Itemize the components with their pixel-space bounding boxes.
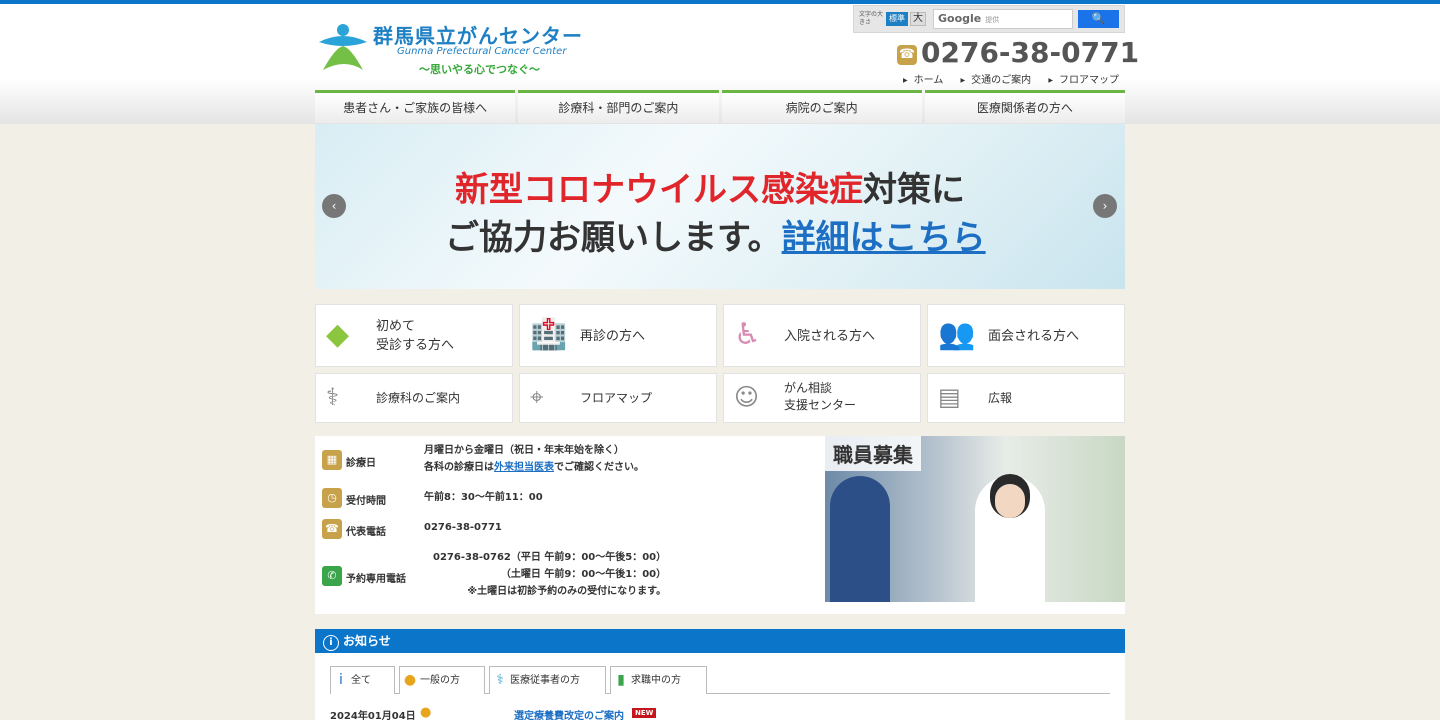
info-reservation-text: 0276-38-0762（平日 午前9：00〜午後5：00） （土曜日 午前9：… xyxy=(433,552,667,597)
global-nav-professionals[interactable]: 医療関係者の方へ xyxy=(924,90,1125,123)
tab-all[interactable]: i 全て xyxy=(330,666,395,694)
tile-consultation[interactable]: ☺ がん相談 支援センター xyxy=(723,373,921,423)
photo-staff-microscope xyxy=(830,476,890,602)
calendar-icon: ▦ xyxy=(322,450,342,470)
notice-tabs: i 全て ● 一般の方 ⚕ 医療従事者の方 ▮ 求職中の方 xyxy=(330,666,1110,694)
tile-label: がん相談 支援センター xyxy=(784,381,857,412)
hero-details-link[interactable]: 詳細はこちら xyxy=(782,218,986,258)
logo-mark-icon xyxy=(319,24,367,70)
hero-prev-button[interactable]: ‹ xyxy=(322,194,346,218)
jobseeker-icon: ▮ xyxy=(617,672,625,688)
recruitment-title: 職員募集 xyxy=(825,436,921,471)
header-tools: 文字の大きさ 標準 大 Google 提供 🔍 xyxy=(853,5,1125,33)
tab-general[interactable]: ● 一般の方 xyxy=(399,666,485,694)
global-nav-hospital[interactable]: 病院のご案内 xyxy=(721,90,922,123)
outpatient-schedule-link[interactable]: 外来担当医表 xyxy=(494,462,554,473)
tile-label: 再診の方へ xyxy=(580,329,646,344)
font-size-large-button[interactable]: 大 xyxy=(910,12,926,26)
new-badge: NEW xyxy=(632,708,657,718)
tile-label: 初めて 受診する方へ xyxy=(376,319,455,353)
site-logo[interactable]: 群馬県立がんセンター Gunma Prefectural Cancer Cent… xyxy=(315,18,605,78)
notices-body: i 全て ● 一般の方 ⚕ 医療従事者の方 ▮ 求職中の方 2024年01月04日 ● … xyxy=(315,653,1125,720)
search-input[interactable]: Google 提供 xyxy=(933,9,1073,29)
logo-english-name: Gunma Prefectural Cancer Center xyxy=(397,46,567,57)
photo-staff-face xyxy=(995,484,1025,518)
newsletter-icon: ▤ xyxy=(938,383,961,411)
hero-banner[interactable]: 新型コロナウイルス感染症対策に ご協力お願いします。詳細はこちら ‹ › xyxy=(315,124,1125,289)
global-nav-patients[interactable]: 患者さん・ご家族の皆様へ xyxy=(315,90,516,123)
info-icon: i xyxy=(339,672,343,688)
visitors-icon: 👥 xyxy=(938,317,976,352)
info-reception-text: 午前8：30〜午前11：00 xyxy=(424,492,543,503)
header-phone-number: 0276-38-0771 xyxy=(921,36,1140,69)
doctors-icon: ⚕ xyxy=(326,383,339,411)
info-main-phone-text: 0276-38-0771 xyxy=(424,522,502,533)
tile-admission[interactable]: ♿ 入院される方へ xyxy=(723,304,921,367)
triangle-right-icon: ▶ xyxy=(960,77,966,84)
phone-icon: ☎ xyxy=(322,519,342,539)
news-date: 2024年01月04日 xyxy=(330,711,416,720)
person-icon: ● xyxy=(403,672,417,688)
hero-headline-2: ご協力お願いします。詳細はこちら xyxy=(445,218,986,258)
news-link[interactable]: 選定療養費改定のご案内 xyxy=(514,707,624,720)
consultation-icon: ☺ xyxy=(734,383,760,411)
header-phone: ☎ 0276-38-0771 xyxy=(897,36,1140,69)
tile-label: 面会される方へ xyxy=(988,329,1080,344)
recruitment-banner[interactable]: 職員募集 xyxy=(825,436,1125,602)
tile-label: 広報 xyxy=(988,391,1013,405)
person-icon: ● xyxy=(420,705,432,720)
logo-title: 群馬県立がんセンター xyxy=(373,24,583,48)
font-size-label: 文字の大きさ xyxy=(859,11,884,26)
utility-nav-access[interactable]: ▶ 交通のご案内 xyxy=(961,75,1032,86)
tile-first-visit[interactable]: ◆ 初めて 受診する方へ xyxy=(315,304,513,367)
phone-icon: ☎ xyxy=(897,45,917,65)
tile-visitors[interactable]: 👥 面会される方へ xyxy=(927,304,1125,367)
tab-medical-staff[interactable]: ⚕ 医療従事者の方 xyxy=(489,666,606,694)
utility-nav-home[interactable]: ▶ ホーム xyxy=(903,75,943,86)
utility-nav-floormap[interactable]: ▶ フロアマップ xyxy=(1048,75,1119,86)
search-button[interactable]: 🔍 xyxy=(1078,10,1119,28)
tile-floormap[interactable]: ⌖ フロアマップ xyxy=(519,373,717,423)
wheelchair-icon: ♿ xyxy=(734,317,761,352)
global-nav-departments[interactable]: 診療科・部門のご案内 xyxy=(518,90,719,123)
hero-next-button[interactable]: › xyxy=(1093,194,1117,218)
tile-pr[interactable]: ▤ 広報 xyxy=(927,373,1125,423)
map-pin-icon: ⌖ xyxy=(530,383,544,411)
tab-jobseekers[interactable]: ▮ 求職中の方 xyxy=(610,666,707,694)
tile-label: 入院される方へ xyxy=(784,329,876,344)
reservation-phone-icon: ✆ xyxy=(322,566,342,586)
triangle-right-icon: ▶ xyxy=(1048,77,1053,84)
tile-label: 診療科のご案内 xyxy=(376,391,461,405)
stethoscope-icon: ⚕ xyxy=(496,672,504,688)
notices-header: i お知らせ xyxy=(315,629,1125,653)
info-icon: i xyxy=(323,635,339,651)
beginner-mark-icon: ◆ xyxy=(326,317,350,352)
font-size-standard-button[interactable]: 標準 xyxy=(886,12,908,26)
tile-revisit[interactable]: 🏥 再診の方へ xyxy=(519,304,717,367)
logo-tagline: 〜思いやる心でつなぐ〜 xyxy=(419,63,540,76)
utility-nav: ▶ ホーム ▶ 交通のご案内 ▶ フロアマップ xyxy=(903,71,1119,86)
info-days-text: 月曜日から金曜日（祝日・年末年始を除く） 各科の診療日は外来担当医表でご確認くだ… xyxy=(424,445,644,473)
search-placeholder: 提供 xyxy=(985,16,1000,24)
tile-departments[interactable]: ⚕ 診療科のご案内 xyxy=(315,373,513,423)
hospital-building-icon: 🏥 xyxy=(530,317,568,352)
notices-title: お知らせ xyxy=(343,634,391,648)
google-brand: Google xyxy=(938,12,982,25)
tile-label: フロアマップ xyxy=(580,391,653,405)
global-nav: 患者さん・ご家族の皆様へ 診療科・部門のご案内 病院のご案内 医療関係者の方へ xyxy=(315,90,1125,123)
hero-headline-1: 新型コロナウイルス感染症対策に xyxy=(455,170,965,210)
search-icon: 🔍 xyxy=(1091,12,1106,25)
triangle-right-icon: ▶ xyxy=(903,77,908,84)
clock-icon: ◷ xyxy=(322,488,342,508)
